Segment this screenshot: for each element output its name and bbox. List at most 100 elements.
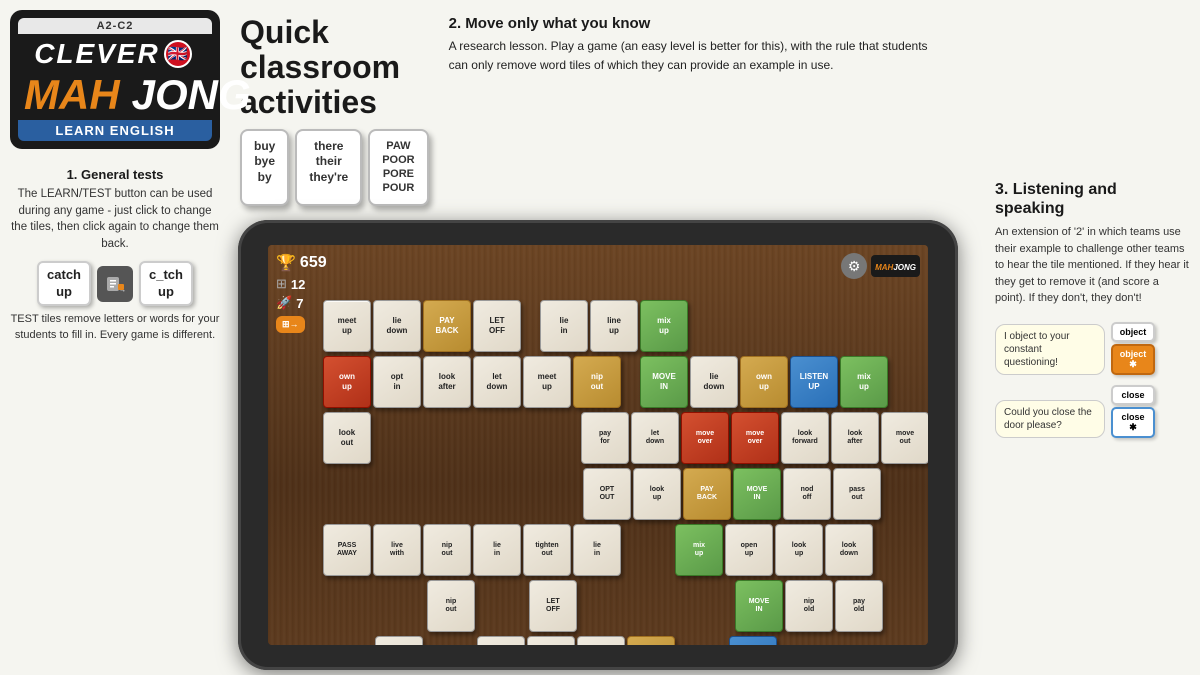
tile-let-off[interactable]: LETOFF (473, 300, 521, 352)
tile-look-after[interactable]: lookafter (423, 356, 471, 408)
s14 (375, 580, 425, 632)
logo-jong: JONG (126, 71, 257, 118)
tile-log-in-on[interactable]: login/on (527, 636, 575, 645)
s9 (427, 468, 477, 520)
tile-mix-up-1[interactable]: mixup (640, 300, 688, 352)
tile-look-out[interactable]: lookout (323, 412, 371, 464)
tile-own-up[interactable]: ownup (323, 356, 371, 408)
tile-pass-out[interactable]: passout (833, 468, 881, 520)
tile-live-with[interactable]: livewith (373, 524, 421, 576)
score-display: 🏆 659 (276, 253, 327, 273)
tile-ctch-up[interactable]: c_tchup (139, 261, 193, 307)
tile-own-up-2[interactable]: ownup (740, 356, 788, 408)
tile-nod-off[interactable]: nodoff (783, 468, 831, 520)
spacer6 (529, 412, 579, 464)
tile-lie-in-2[interactable]: liein (473, 524, 521, 576)
tile-buy-bye[interactable]: buybyeby (240, 129, 289, 206)
s21 (677, 636, 727, 645)
tile-look-forward[interactable]: lookforward (781, 412, 829, 464)
tile-look-after-2[interactable]: lookafter (831, 412, 879, 464)
tile-there-their[interactable]: theretheirthey're (295, 129, 362, 206)
tile-nip-out-2[interactable]: nipout (423, 524, 471, 576)
logo-mah: MAH (18, 71, 126, 118)
tile-catch-up[interactable]: catchup (37, 261, 91, 307)
speech-bubble-1: I object to your constant questioning! (995, 324, 1105, 375)
spacer2 (623, 356, 638, 408)
tile-move-in-3[interactable]: MOVEIN (735, 580, 783, 632)
tile-pay-back-1[interactable]: PAYBACK (423, 300, 471, 352)
tile-listen-in-on[interactable]: LISTENIN/ON (729, 636, 777, 645)
tile-nip-out[interactable]: nipout (573, 356, 621, 408)
tile-pay-back-2[interactable]: PAYBACK (683, 468, 731, 520)
svg-text:→: → (119, 287, 125, 294)
tile-mix-up-2[interactable]: mixup (840, 356, 888, 408)
tile-object-orange[interactable]: object✱ (1111, 344, 1155, 375)
section3-title: 3. Listening and speaking (995, 180, 1190, 218)
tile-row-2: ownup optin lookafter letdown meetup nip… (323, 356, 888, 408)
tile-tighten-out[interactable]: tightenout (523, 524, 571, 576)
tile-meet-up[interactable]: meetup (323, 300, 371, 352)
tile-object-plain[interactable]: object (1111, 322, 1155, 342)
tile-row-4: OPTOUT lookup PAYBACK MOVEIN nodoff pass… (323, 468, 881, 520)
tile-meet-up-2[interactable]: meetup (523, 356, 571, 408)
tile-move-in[interactable]: MOVEIN (640, 356, 688, 408)
tile-paw-poor[interactable]: PAWPOORPOREPOUR (368, 129, 428, 206)
settings-button[interactable]: ⚙ (841, 253, 867, 279)
tile-close-plain[interactable]: close (1111, 385, 1155, 405)
tile-lie-down-2[interactable]: liedown (690, 356, 738, 408)
tile-let-down[interactable]: letdown (473, 356, 521, 408)
tile-opt-out[interactable]: OPTOUT (583, 468, 631, 520)
tile-nip-out-3[interactable]: nipout (427, 580, 475, 632)
tile-row-3: lookout payfor letdown moveover moveover… (323, 412, 928, 464)
tile-open-up[interactable]: openup (725, 524, 773, 576)
s8 (375, 468, 425, 520)
spacer3 (373, 412, 423, 464)
tile-let-off-3[interactable]: LETOFF (627, 636, 675, 645)
tile-nip-old[interactable]: nipold (785, 580, 833, 632)
tile-lie-in[interactable]: liein (540, 300, 588, 352)
s11 (531, 468, 581, 520)
s17 (631, 580, 681, 632)
tile-pass-away[interactable]: PASSAWAY (323, 524, 371, 576)
tile-look-up-2[interactable]: lookup (775, 524, 823, 576)
tile-move-over-2[interactable]: moveover (731, 412, 779, 464)
listening-section: 3. Listening and speaking An extension o… (995, 180, 1190, 307)
left-panel: A2-C2 CLEVER 🇬🇧 MAHJONG LEARN ENGLISH 1.… (0, 0, 230, 675)
ipad-screen[interactable]: 🏆 659 ⊞ 12 🚀 7 ⊞→ ⚙ MAHJONG (268, 245, 928, 645)
tile-pay-for[interactable]: payfor (581, 412, 629, 464)
tile-opt-in[interactable]: optin (373, 356, 421, 408)
tile-let-down-3[interactable]: letdown (375, 636, 423, 645)
tile-close-blue[interactable]: close✱ (1111, 407, 1155, 438)
tile-let-down-2[interactable]: letdown (631, 412, 679, 464)
tile-lie-in-3[interactable]: liein (573, 524, 621, 576)
tile-line-up[interactable]: lineup (590, 300, 638, 352)
section1-title: 1. General tests (67, 167, 164, 182)
spacer4 (425, 412, 475, 464)
action-button[interactable]: ⊞→ (276, 316, 305, 333)
tile-look-out-2[interactable]: lookout (477, 636, 525, 645)
tile-pay-old[interactable]: payold (835, 580, 883, 632)
tile-row-5: PASSAWAY livewith nipout liein tightenou… (323, 524, 873, 576)
tile-move-over-1[interactable]: moveover (681, 412, 729, 464)
tile-listen-up[interactable]: LISTENUP (790, 356, 838, 408)
logo-mahjong-row: MAHJONG (18, 74, 212, 120)
tile-move-in-2[interactable]: MOVEIN (733, 468, 781, 520)
tile-let-off-2[interactable]: LETOFF (529, 580, 577, 632)
trophy-icon: 🏆 (276, 253, 296, 273)
logo-badge: A2-C2 (18, 18, 212, 34)
tile-look-up[interactable]: lookup (633, 468, 681, 520)
tiles-playing-area[interactable]: meetup liedown PAYBACK LETOFF liein line… (323, 300, 923, 640)
speech-bubbles-area: I object to your constant questioning! o… (995, 322, 1190, 438)
tile-lie-down-1[interactable]: liedown (373, 300, 421, 352)
s15 (477, 580, 527, 632)
tile-look-down[interactable]: lookdown (825, 524, 873, 576)
learn-test-icon[interactable]: → (97, 266, 133, 302)
tile-meet-up-3[interactable]: meetup (577, 636, 625, 645)
speech-row-1: I object to your constant questioning! o… (995, 322, 1190, 375)
tile-move-out[interactable]: moveout (881, 412, 928, 464)
tile-row-7: letdown lookout login/on meetup LETOFF L… (323, 636, 777, 645)
tile-mix-up-3[interactable]: mixup (675, 524, 723, 576)
spacer1 (523, 300, 538, 352)
game-top-right: ⚙ MAHJONG (841, 253, 920, 279)
tiles-count: 12 (291, 277, 305, 292)
